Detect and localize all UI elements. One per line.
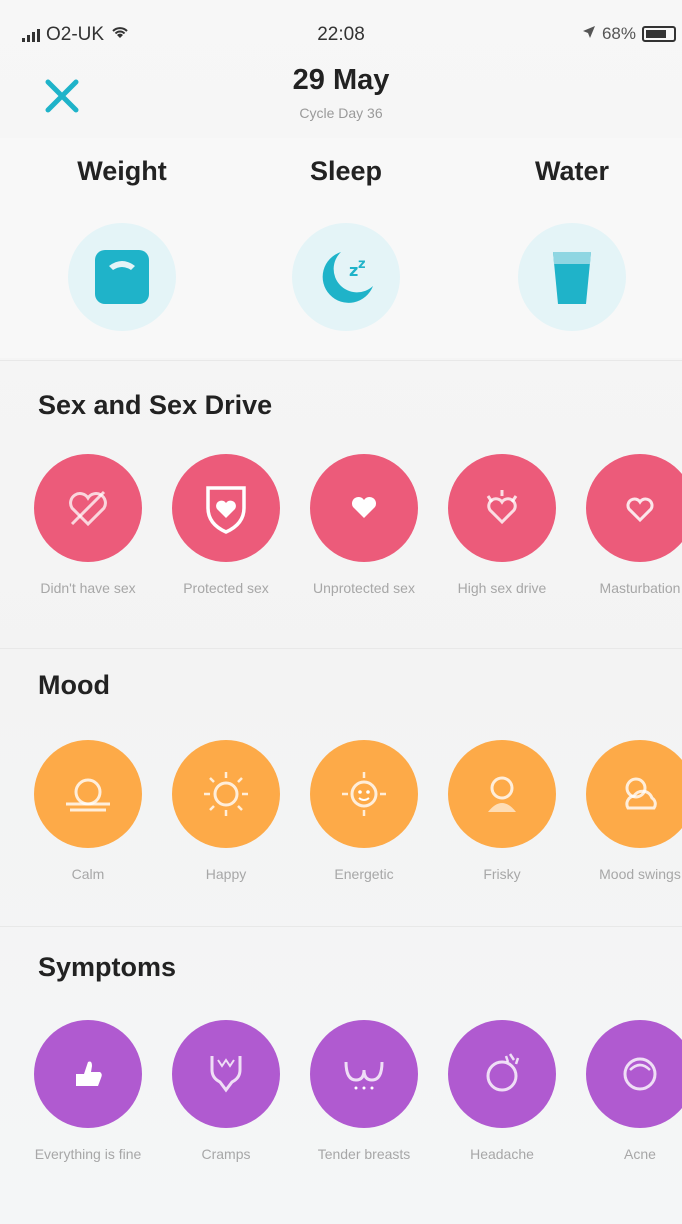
page-title: 29 May: [292, 64, 390, 96]
option-circle: [448, 1020, 556, 1128]
sun-icon: [204, 772, 248, 816]
section-sex: Sex and Sex Drive Didn't have sex Protec…: [0, 390, 682, 640]
option-label: Everything is fine: [34, 1146, 142, 1162]
option-happy[interactable]: Happy: [158, 740, 294, 884]
section-title: Sex and Sex Drive: [38, 390, 273, 420]
water-button[interactable]: [518, 223, 626, 331]
section-symptoms: Symptoms Everything is fine Cramps Tende…: [0, 952, 682, 1212]
tracker-sleep[interactable]: Sleep z z: [236, 138, 456, 331]
option-circle: [34, 454, 142, 562]
tracker-water[interactable]: Water: [462, 138, 682, 331]
option-label: Calm: [71, 866, 105, 882]
option-circle: [172, 454, 280, 562]
option-label: Frisky: [483, 866, 521, 882]
shield-heart-icon: [206, 486, 246, 534]
cycle-day: Cycle Day 36: [299, 105, 383, 121]
scale-icon: [95, 250, 149, 304]
weight-button[interactable]: [68, 223, 176, 331]
crossed-heart-icon: [69, 490, 107, 527]
option-tender-breasts[interactable]: Tender breasts: [296, 1020, 432, 1164]
option-circle: [34, 1020, 142, 1128]
option-label: Mood swings: [599, 866, 681, 882]
option-label: Happy: [205, 866, 247, 882]
option-protected-sex[interactable]: Protected sex: [158, 454, 294, 598]
glass-icon: [553, 252, 591, 304]
divider: [0, 648, 682, 649]
battery-percent: 68%: [601, 24, 636, 43]
headache-icon: [486, 1053, 520, 1092]
option-circle: [172, 1020, 280, 1128]
option-circle: [172, 740, 280, 848]
tracker-weight[interactable]: Weight: [12, 138, 232, 331]
option-label: Masturbation: [599, 580, 681, 596]
symptom-items: Everything is fine Cramps Tender breasts…: [34, 1020, 682, 1200]
sex-items: Didn't have sex Protected sex Unprotecte…: [34, 454, 682, 634]
option-circle: [448, 454, 556, 562]
option-circle: [34, 740, 142, 848]
option-circle: [586, 740, 682, 848]
svg-text:z: z: [358, 257, 366, 272]
option-calm[interactable]: Calm: [20, 740, 156, 884]
section-mood: Mood Calm Happy Energetic Frisky Mood sw…: [0, 670, 682, 910]
moon-zzz-icon: z z: [322, 252, 373, 303]
option-masturbation[interactable]: Masturbation: [572, 454, 682, 598]
option-headache[interactable]: Headache: [434, 1020, 570, 1164]
option-didnt-have-sex[interactable]: Didn't have sex: [20, 454, 156, 598]
sleep-button[interactable]: z z: [292, 223, 400, 331]
breasts-icon: [344, 1061, 384, 1090]
tracker-label: Weight: [77, 156, 167, 186]
option-label: Headache: [470, 1146, 534, 1162]
flame-heart-icon: [486, 490, 518, 525]
calm-sun-icon: [66, 778, 110, 812]
battery-icon: [642, 26, 676, 42]
option-unprotected-sex[interactable]: Unprotected sex: [296, 454, 432, 598]
option-circle: [310, 454, 418, 562]
option-label: Cramps: [201, 1146, 251, 1162]
option-energetic[interactable]: Energetic: [296, 740, 432, 884]
option-label: Energetic: [334, 866, 394, 882]
option-circle: [586, 454, 682, 562]
option-label: High sex drive: [457, 580, 547, 596]
outline-heart-icon: [626, 497, 654, 523]
status-bar: O2-UK 22:08 68%: [0, 0, 682, 64]
mood-items: Calm Happy Energetic Frisky Mood swings: [34, 740, 682, 920]
sun-face-icon: [342, 772, 386, 816]
option-circle: [310, 1020, 418, 1128]
option-acne[interactable]: Acne: [572, 1020, 682, 1164]
status-time: 22:08: [317, 24, 365, 45]
option-high-sex-drive[interactable]: High sex drive: [434, 454, 570, 598]
cramps-icon: [210, 1056, 242, 1093]
option-label: Protected sex: [183, 580, 269, 596]
option-circle: [310, 740, 418, 848]
option-circle: [586, 1020, 682, 1128]
thumbs-up-icon: [76, 1061, 102, 1086]
daily-log-screen: O2-UK 22:08 68% 29 May Cycle Day 36 Weig…: [0, 0, 682, 1224]
option-circle: [448, 740, 556, 848]
tracker-label: Water: [534, 156, 609, 186]
acne-icon: [623, 1057, 657, 1091]
header: 29 May Cycle Day 36: [0, 60, 682, 130]
status-right: 68%: [582, 24, 676, 44]
heart-icon: [351, 496, 377, 518]
sun-cloud-icon: [625, 777, 657, 810]
frisky-icon: [488, 776, 516, 812]
option-label: Acne: [624, 1146, 656, 1162]
tracker-label: Sleep: [309, 156, 383, 186]
option-everything-fine[interactable]: Everything is fine: [20, 1020, 156, 1164]
section-title: Symptoms: [38, 952, 177, 982]
option-label: Tender breasts: [317, 1146, 411, 1162]
option-cramps[interactable]: Cramps: [158, 1020, 294, 1164]
option-mood-swings[interactable]: Mood swings: [572, 740, 682, 884]
option-frisky[interactable]: Frisky: [434, 740, 570, 884]
location-icon: [582, 24, 596, 44]
divider: [0, 360, 682, 361]
option-label: Didn't have sex: [40, 580, 136, 596]
option-label: Unprotected sex: [313, 580, 415, 596]
section-title: Mood: [38, 670, 110, 700]
svg-text:z: z: [349, 261, 358, 280]
divider: [0, 926, 682, 927]
tracker-row: Weight Sleep z z Water: [0, 138, 682, 358]
